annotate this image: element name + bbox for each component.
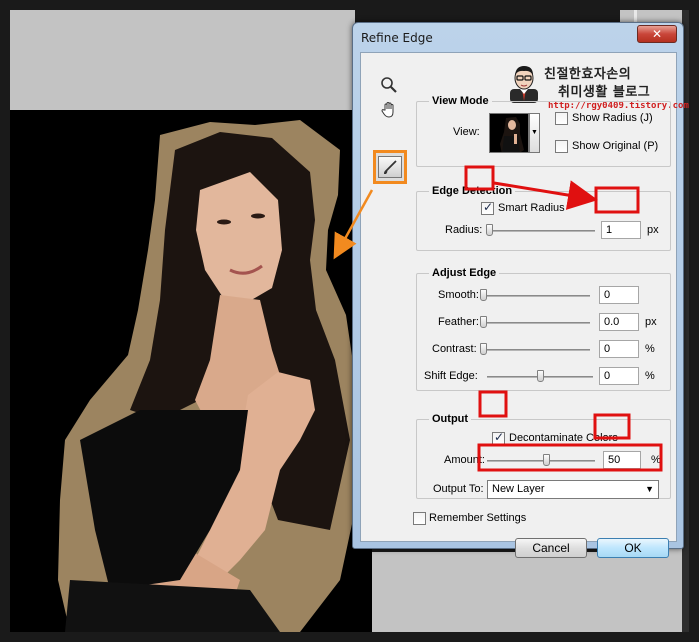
right-eye <box>251 213 265 219</box>
hand-tool[interactable] <box>376 98 402 122</box>
amount-unit: % <box>651 454 661 466</box>
close-icon: ✕ <box>651 27 663 41</box>
view-label: View: <box>453 126 480 138</box>
decontaminate-colors-label: Decontaminate Colors <box>509 432 618 444</box>
shift-edge-input[interactable]: 0 <box>599 367 639 385</box>
edge-detection-title: Edge Detection <box>429 185 516 197</box>
shift-edge-label: Shift Edge: <box>424 370 478 382</box>
blog-title: 친절한효자손의 <box>544 67 632 82</box>
shift-edge-slider-thumb[interactable] <box>537 370 544 382</box>
dropdown-arrow-icon: ▼ <box>531 129 538 136</box>
dialog-title: Refine Edge <box>361 31 433 45</box>
canvas-transparent-area <box>10 10 355 110</box>
view-mode-thumbnail[interactable] <box>489 113 529 153</box>
left-eye <box>217 219 231 225</box>
portrait-photo <box>58 120 360 632</box>
radius-label: Radius: <box>445 224 483 236</box>
portrait-thumbnail <box>490 114 528 152</box>
ok-button[interactable]: OK <box>597 538 669 558</box>
feather-slider-track[interactable] <box>480 322 590 324</box>
blog-subtitle: 취미생활 블로그 <box>558 85 651 100</box>
blog-avatar <box>510 66 538 103</box>
radius-slider-track[interactable] <box>487 230 595 232</box>
dialog-titlebar[interactable]: Refine Edge ✕ <box>353 23 683 51</box>
radius-slider-thumb[interactable] <box>486 224 493 236</box>
hand-icon <box>381 101 394 118</box>
view-mode-title: View Mode <box>429 95 492 107</box>
smart-radius-checkbox[interactable] <box>481 200 494 215</box>
output-title: Output <box>429 413 472 425</box>
remember-settings-label: Remember Settings <box>429 512 527 524</box>
output-to-select[interactable]: New Layer ▼ <box>487 480 659 499</box>
contrast-slider-thumb[interactable] <box>480 343 487 355</box>
zoom-tool[interactable] <box>376 73 402 97</box>
smooth-slider-track[interactable] <box>480 295 590 297</box>
refine-radius-tool-face <box>378 156 402 178</box>
contrast-input[interactable]: 0 <box>599 340 639 358</box>
contrast-label: Contrast: <box>432 343 477 355</box>
view-mode-group: View Mode View: ▼ Show Radius (J) Show O… <box>416 95 671 167</box>
adjust-edge-title: Adjust Edge <box>429 267 500 279</box>
output-to-value: New Layer <box>492 483 545 495</box>
adjust-edge-group: Adjust Edge Smooth: 0 Feather: 0.0 px Co… <box>416 267 671 391</box>
refine-edge-dialog: Refine Edge ✕ 친절한효자손의 취미생활 블로그 http://rg… <box>352 22 689 558</box>
smooth-input[interactable]: 0 <box>599 286 639 304</box>
close-button[interactable]: ✕ <box>637 25 677 43</box>
amount-label: Amount: <box>444 454 485 466</box>
contrast-unit: % <box>645 343 655 355</box>
amount-input[interactable]: 50 <box>603 451 641 469</box>
remember-settings-checkbox[interactable] <box>413 512 426 525</box>
show-original-checkbox[interactable] <box>555 140 568 153</box>
brush-icon <box>384 160 397 174</box>
contrast-slider-track[interactable] <box>480 349 590 351</box>
output-to-label: Output To: <box>433 483 484 495</box>
show-radius-checkbox[interactable] <box>555 112 568 125</box>
dialog-body: 친절한효자손의 취미생활 블로그 http://rgy0409.tistory.… <box>360 52 689 558</box>
feather-unit: px <box>645 316 657 328</box>
amount-slider-track[interactable] <box>487 460 595 462</box>
amount-slider-thumb[interactable] <box>543 454 550 466</box>
dropdown-arrow-icon: ▼ <box>645 484 654 494</box>
refine-radius-tool[interactable] <box>373 150 407 184</box>
smooth-label: Smooth: <box>438 289 479 301</box>
edge-detection-group: Edge Detection Smart Radius Radius: 1 px <box>416 185 671 251</box>
output-group: Output Decontaminate Colors Amount: 50 %… <box>416 413 671 499</box>
radius-unit: px <box>647 224 659 236</box>
radius-input[interactable]: 1 <box>601 221 641 239</box>
view-mode-dropdown[interactable]: ▼ <box>529 113 540 153</box>
image-canvas[interactable] <box>10 110 372 632</box>
shift-edge-unit: % <box>645 370 655 382</box>
decontaminate-colors-checkbox[interactable] <box>492 430 505 445</box>
zoom-icon <box>381 77 397 93</box>
cancel-button[interactable]: Cancel <box>515 538 587 558</box>
workspace-background-bottom <box>372 552 682 632</box>
feather-slider-thumb[interactable] <box>480 316 487 328</box>
feather-label: Feather: <box>438 316 479 328</box>
show-radius-label: Show Radius (J) <box>572 112 653 124</box>
smooth-slider-thumb[interactable] <box>480 289 487 301</box>
feather-input[interactable]: 0.0 <box>599 313 639 331</box>
smart-radius-label: Smart Radius <box>498 202 565 214</box>
show-original-label: Show Original (P) <box>572 140 659 152</box>
